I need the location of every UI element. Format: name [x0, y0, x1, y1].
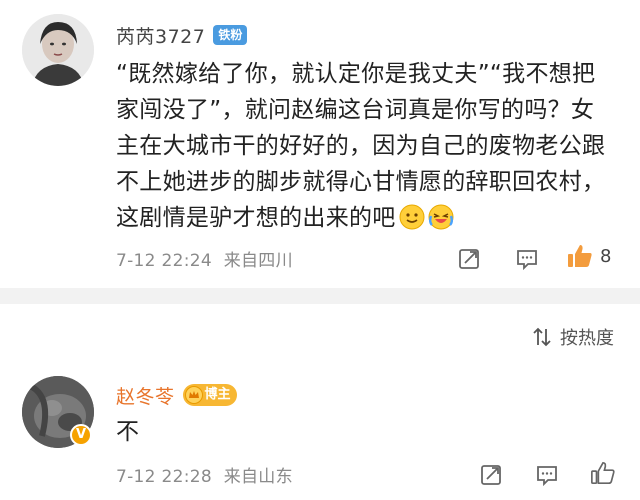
blogger-badge: 博主 [182, 384, 237, 406]
smile-emoji-icon [399, 204, 425, 230]
sort-bar: 按热度 [0, 304, 640, 368]
timestamp: 7-12 22:24 [116, 251, 212, 271]
comment-button[interactable] [512, 244, 542, 274]
timestamp: 7-12 22:28 [116, 467, 212, 487]
comment-icon [517, 250, 537, 271]
sort-icon [533, 327, 551, 347]
crown-icon [184, 386, 203, 404]
comment-body: “既然嫁给了你，就认定你是我丈夫”“我不想把家闯没了”，就问赵编这台词真是你写的… [116, 61, 606, 231]
comment-header: 芮芮3727 铁粉 [116, 20, 248, 50]
username[interactable]: 赵冬苓 [116, 382, 175, 409]
comment-header: 赵冬苓 博主 [116, 380, 237, 410]
comment-icon [537, 466, 557, 487]
share-icon [459, 249, 479, 269]
comment-button[interactable] [532, 460, 562, 490]
comment-meta: 7-12 22:24 来自四川 [116, 246, 293, 271]
blogger-badge-label: 博主 [204, 387, 231, 402]
sort-label: 按热度 [560, 328, 614, 349]
comment-page: 芮芮3727 铁粉 “既然嫁给了你，就认定你是我丈夫”“我不想把家闯没了”，就问… [0, 0, 640, 500]
crying-laugh-emoji-icon [428, 204, 454, 230]
comment-item: 芮芮3727 铁粉 “既然嫁给了你，就认定你是我丈夫”“我不想把家闯没了”，就问… [0, 0, 640, 288]
verified-icon: V [70, 424, 92, 446]
sort-button[interactable]: 按热度 [532, 324, 614, 350]
comment-text: “既然嫁给了你，就认定你是我丈夫”“我不想把家闯没了”，就问赵编这台词真是你写的… [116, 56, 616, 236]
like-count: 8 [600, 245, 612, 267]
section-divider [0, 288, 640, 304]
username[interactable]: 芮芮3727 [116, 22, 205, 49]
like-icon [591, 461, 615, 485]
like-icon [568, 245, 592, 267]
share-icon [481, 465, 501, 485]
avatar[interactable] [22, 14, 94, 86]
fan-badge: 铁粉 [213, 25, 248, 45]
location: 来自山东 [223, 467, 293, 487]
location: 来自四川 [223, 251, 293, 271]
share-button[interactable] [476, 460, 506, 490]
like-button[interactable]: 8 [566, 242, 611, 270]
like-button[interactable] [588, 458, 618, 488]
comment-body: 不 [116, 419, 139, 445]
share-button[interactable] [454, 244, 484, 274]
comment-meta: 7-12 22:28 来自山东 [116, 462, 293, 487]
